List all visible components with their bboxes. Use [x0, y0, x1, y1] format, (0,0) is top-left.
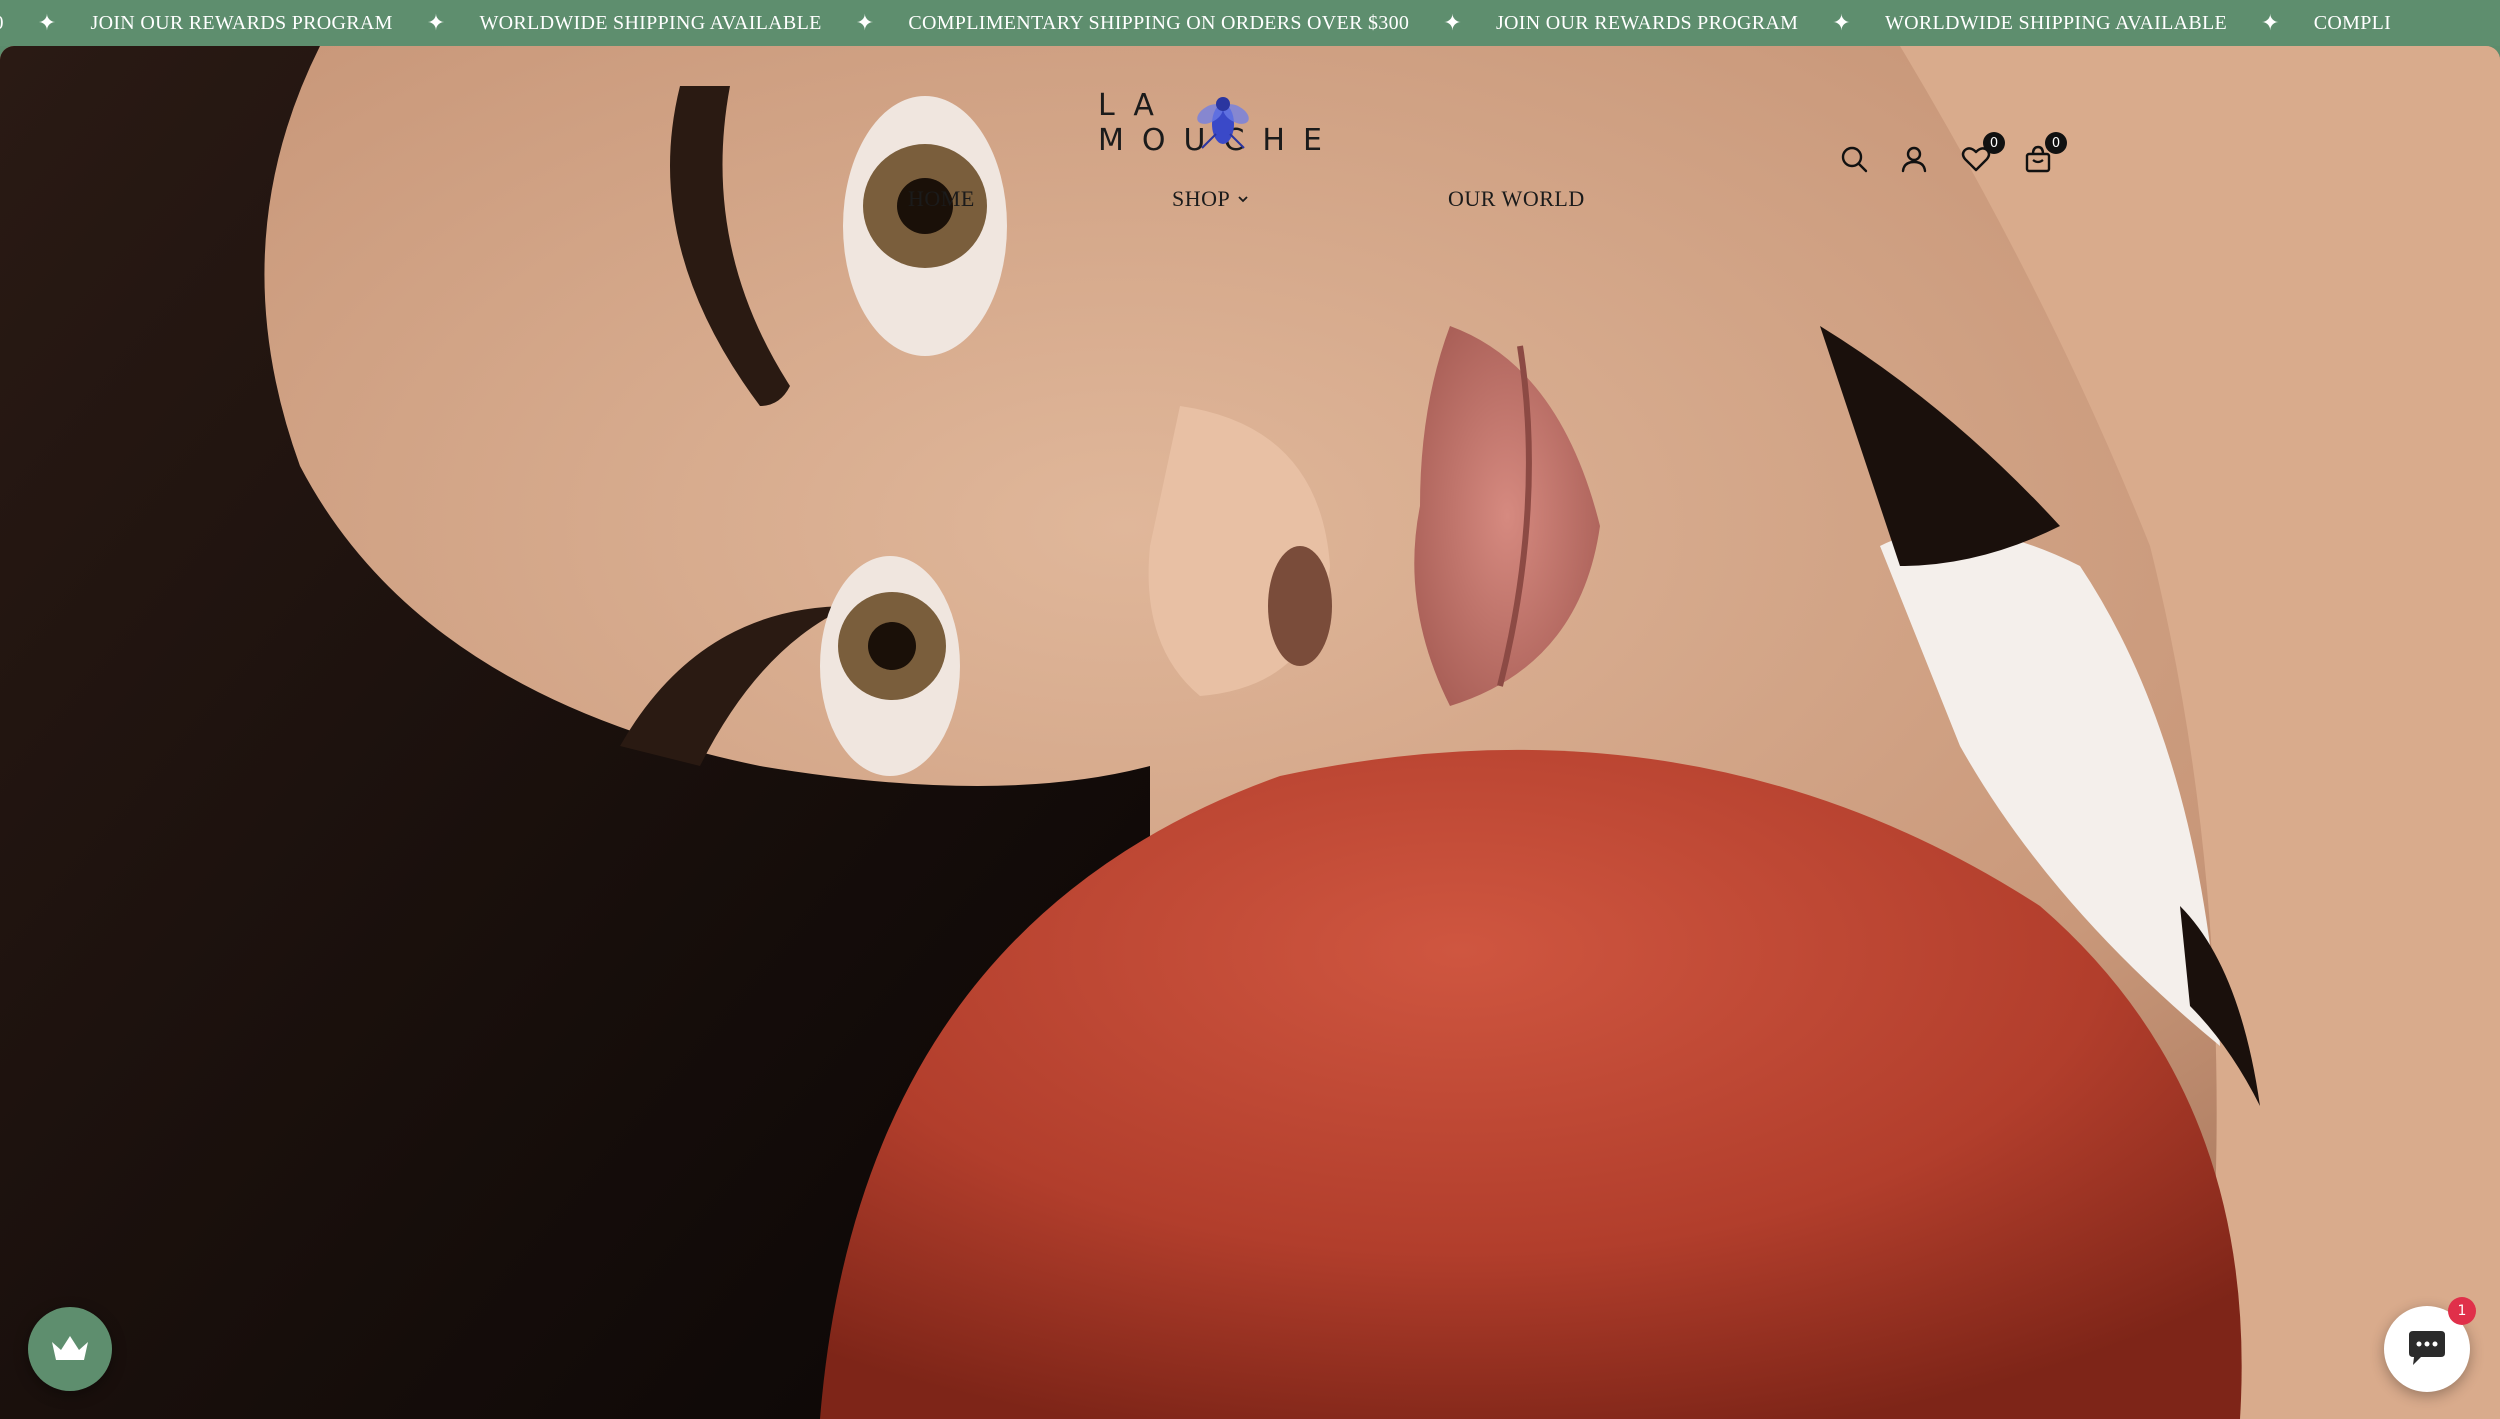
cart-button[interactable]: 0	[2019, 132, 2067, 178]
sparkle-icon: ✦	[2261, 10, 2280, 36]
announcement-bar: DERS OVER $300 ✦ JOIN OUR REWARDS PROGRA…	[0, 0, 2500, 46]
page: DERS OVER $300 ✦ JOIN OUR REWARDS PROGRA…	[0, 0, 2500, 1419]
fly-logo-icon	[1197, 97, 1249, 149]
chat-notification-badge: 1	[2448, 1297, 2476, 1325]
sparkle-icon: ✦	[1443, 10, 1462, 36]
search-icon	[1841, 146, 1868, 173]
crown-icon	[52, 1336, 88, 1360]
announcement-message: COMPLI	[2313, 11, 2392, 34]
sparkle-icon: ✦	[855, 10, 875, 36]
search-button[interactable]	[1835, 140, 1873, 178]
rewards-launcher-button[interactable]	[28, 1307, 112, 1391]
chevron-down-icon	[1238, 196, 1248, 203]
nav-our-world[interactable]: OUR WORLD	[1448, 186, 1585, 212]
nav-our-world-label: OUR WORLD	[1448, 186, 1585, 211]
nav-home-label: HOME	[908, 186, 975, 211]
site-header: LA MOUCHE HOME SHOP OUR WORLD	[0, 46, 2500, 236]
nav-shop[interactable]: SHOP	[1172, 186, 1250, 212]
user-icon	[1901, 146, 1927, 173]
announcement-message: WORLDWIDE SHIPPING AVAILABLE	[1884, 11, 2228, 34]
cart-count-badge: 0	[2045, 132, 2067, 154]
wishlist-button[interactable]: 0	[1957, 132, 2005, 178]
chat-bubble-icon	[2409, 1331, 2445, 1365]
announcement-message: JOIN OUR REWARDS PROGRAM	[90, 11, 393, 34]
announcement-message: DERS OVER $300	[0, 12, 38, 35]
nav-shop-label: SHOP	[1172, 186, 1231, 211]
announcement-marquee: DERS OVER $300 ✦ JOIN OUR REWARDS PROGRA…	[0, 0, 2425, 46]
nav-home[interactable]: HOME	[908, 186, 975, 212]
announcement-message: WORLDWIDE SHIPPING AVAILABLE	[479, 11, 822, 34]
sparkle-icon: ✦	[1832, 10, 1851, 36]
header-icons: 0 0	[1835, 132, 2067, 180]
main-nav: HOME SHOP OUR WORLD	[0, 186, 2500, 226]
account-button[interactable]	[1895, 140, 1933, 178]
announcement-message: JOIN OUR REWARDS PROGRAM	[1495, 11, 1799, 34]
announcement-message: COMPLIMENTARY SHIPPING ON ORDERS OVER $3…	[908, 11, 1410, 34]
sparkle-icon: ✦	[426, 10, 446, 36]
wishlist-count-badge: 0	[1983, 132, 2005, 154]
hero-image	[0, 46, 2500, 1419]
hero-photo	[0, 46, 2500, 1419]
sparkle-icon: ✦	[37, 10, 57, 36]
